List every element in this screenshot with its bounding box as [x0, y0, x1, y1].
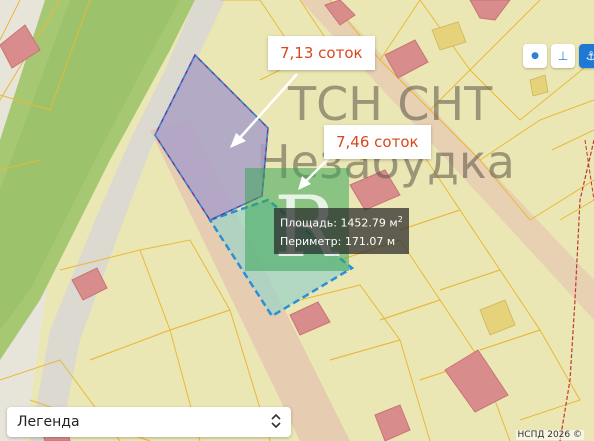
parcel-1-area-callout: 7,13 соток — [268, 36, 375, 70]
ruler-icon[interactable]: ⊥ — [551, 44, 575, 68]
map-toolbar: ● ⊥ ⚓ — [523, 44, 594, 68]
legend-dropdown[interactable]: Легенда — [7, 407, 291, 437]
perimeter-measurement: Периметр: 171.07 м — [280, 234, 396, 248]
parcel-2-area-callout: 7,46 соток — [324, 125, 431, 159]
compass-icon[interactable]: ⚓ — [579, 44, 594, 68]
area-measurement: Площадь: 1452.79 м2 — [280, 215, 403, 230]
measurement-tooltip: Площадь: 1452.79 м2 Периметр: 171.07 м — [274, 208, 409, 254]
dot-icon[interactable]: ● — [523, 44, 547, 68]
area-label-line1: ТСН СНТ — [287, 77, 493, 131]
map-attribution: НСПД 2026 © — [515, 430, 584, 440]
legend-label: Легенда — [17, 414, 80, 430]
chevron-up-down-icon — [271, 413, 281, 431]
